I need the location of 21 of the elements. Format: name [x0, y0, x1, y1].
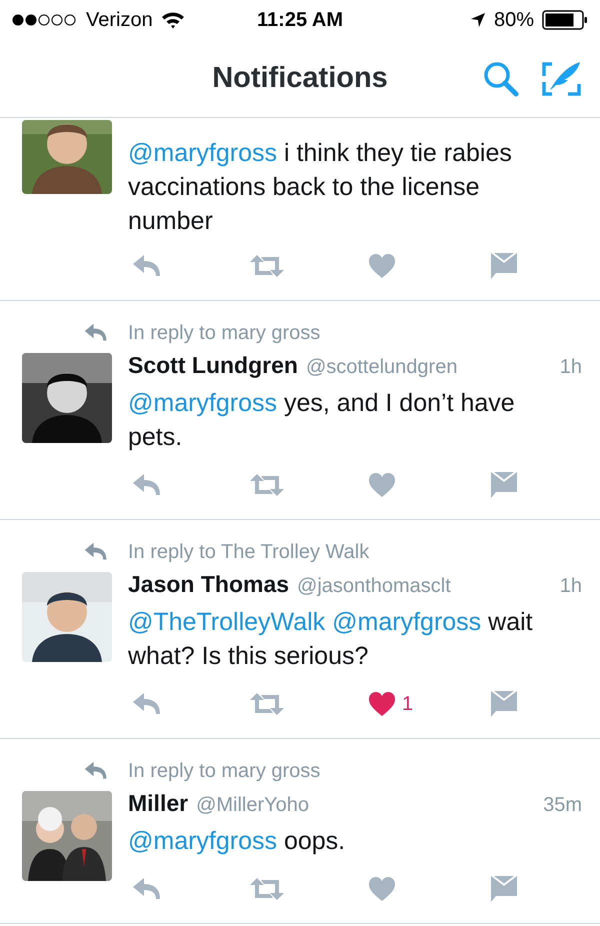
tweet-time: 1h	[560, 574, 582, 599]
reply-context[interactable]: In reply to mary gross	[128, 757, 564, 785]
user-name[interactable]: Scott Lundgren	[128, 347, 298, 383]
user-handle[interactable]: @scottelundgren	[306, 349, 552, 385]
tweet-text: @maryfgross oops.	[128, 826, 346, 857]
like-count: 1	[402, 692, 414, 716]
user-handle[interactable]: @jasonthomasclt	[297, 568, 552, 604]
user-name[interactable]: Jason Thomas	[128, 566, 290, 602]
battery-percent: 80%	[494, 8, 534, 32]
carrier-name: Verizon	[86, 8, 153, 32]
page-title: Notifications	[212, 62, 388, 95]
clock-time: 11:25 AM	[257, 8, 343, 30]
user-handle[interactable]: @MillerYoho	[196, 787, 536, 823]
tweet-text: @maryfgross yes, and I don’t have pets.	[128, 388, 516, 453]
user-name[interactable]: Miller	[128, 785, 188, 821]
reply-context[interactable]: In reply to The Trolley Walk	[128, 538, 564, 566]
tweet-text: @maryfgross i think they tie rabies vaccinations back to the license number	[128, 138, 513, 237]
tweet-text: @TheTrolleyWalk @maryfgross wait what? Is this serious?	[128, 607, 534, 672]
tweet-time: 35m	[543, 793, 582, 818]
reply-context[interactable]: In reply to mary gross	[128, 319, 564, 347]
tweet-time: 1h	[560, 355, 582, 380]
